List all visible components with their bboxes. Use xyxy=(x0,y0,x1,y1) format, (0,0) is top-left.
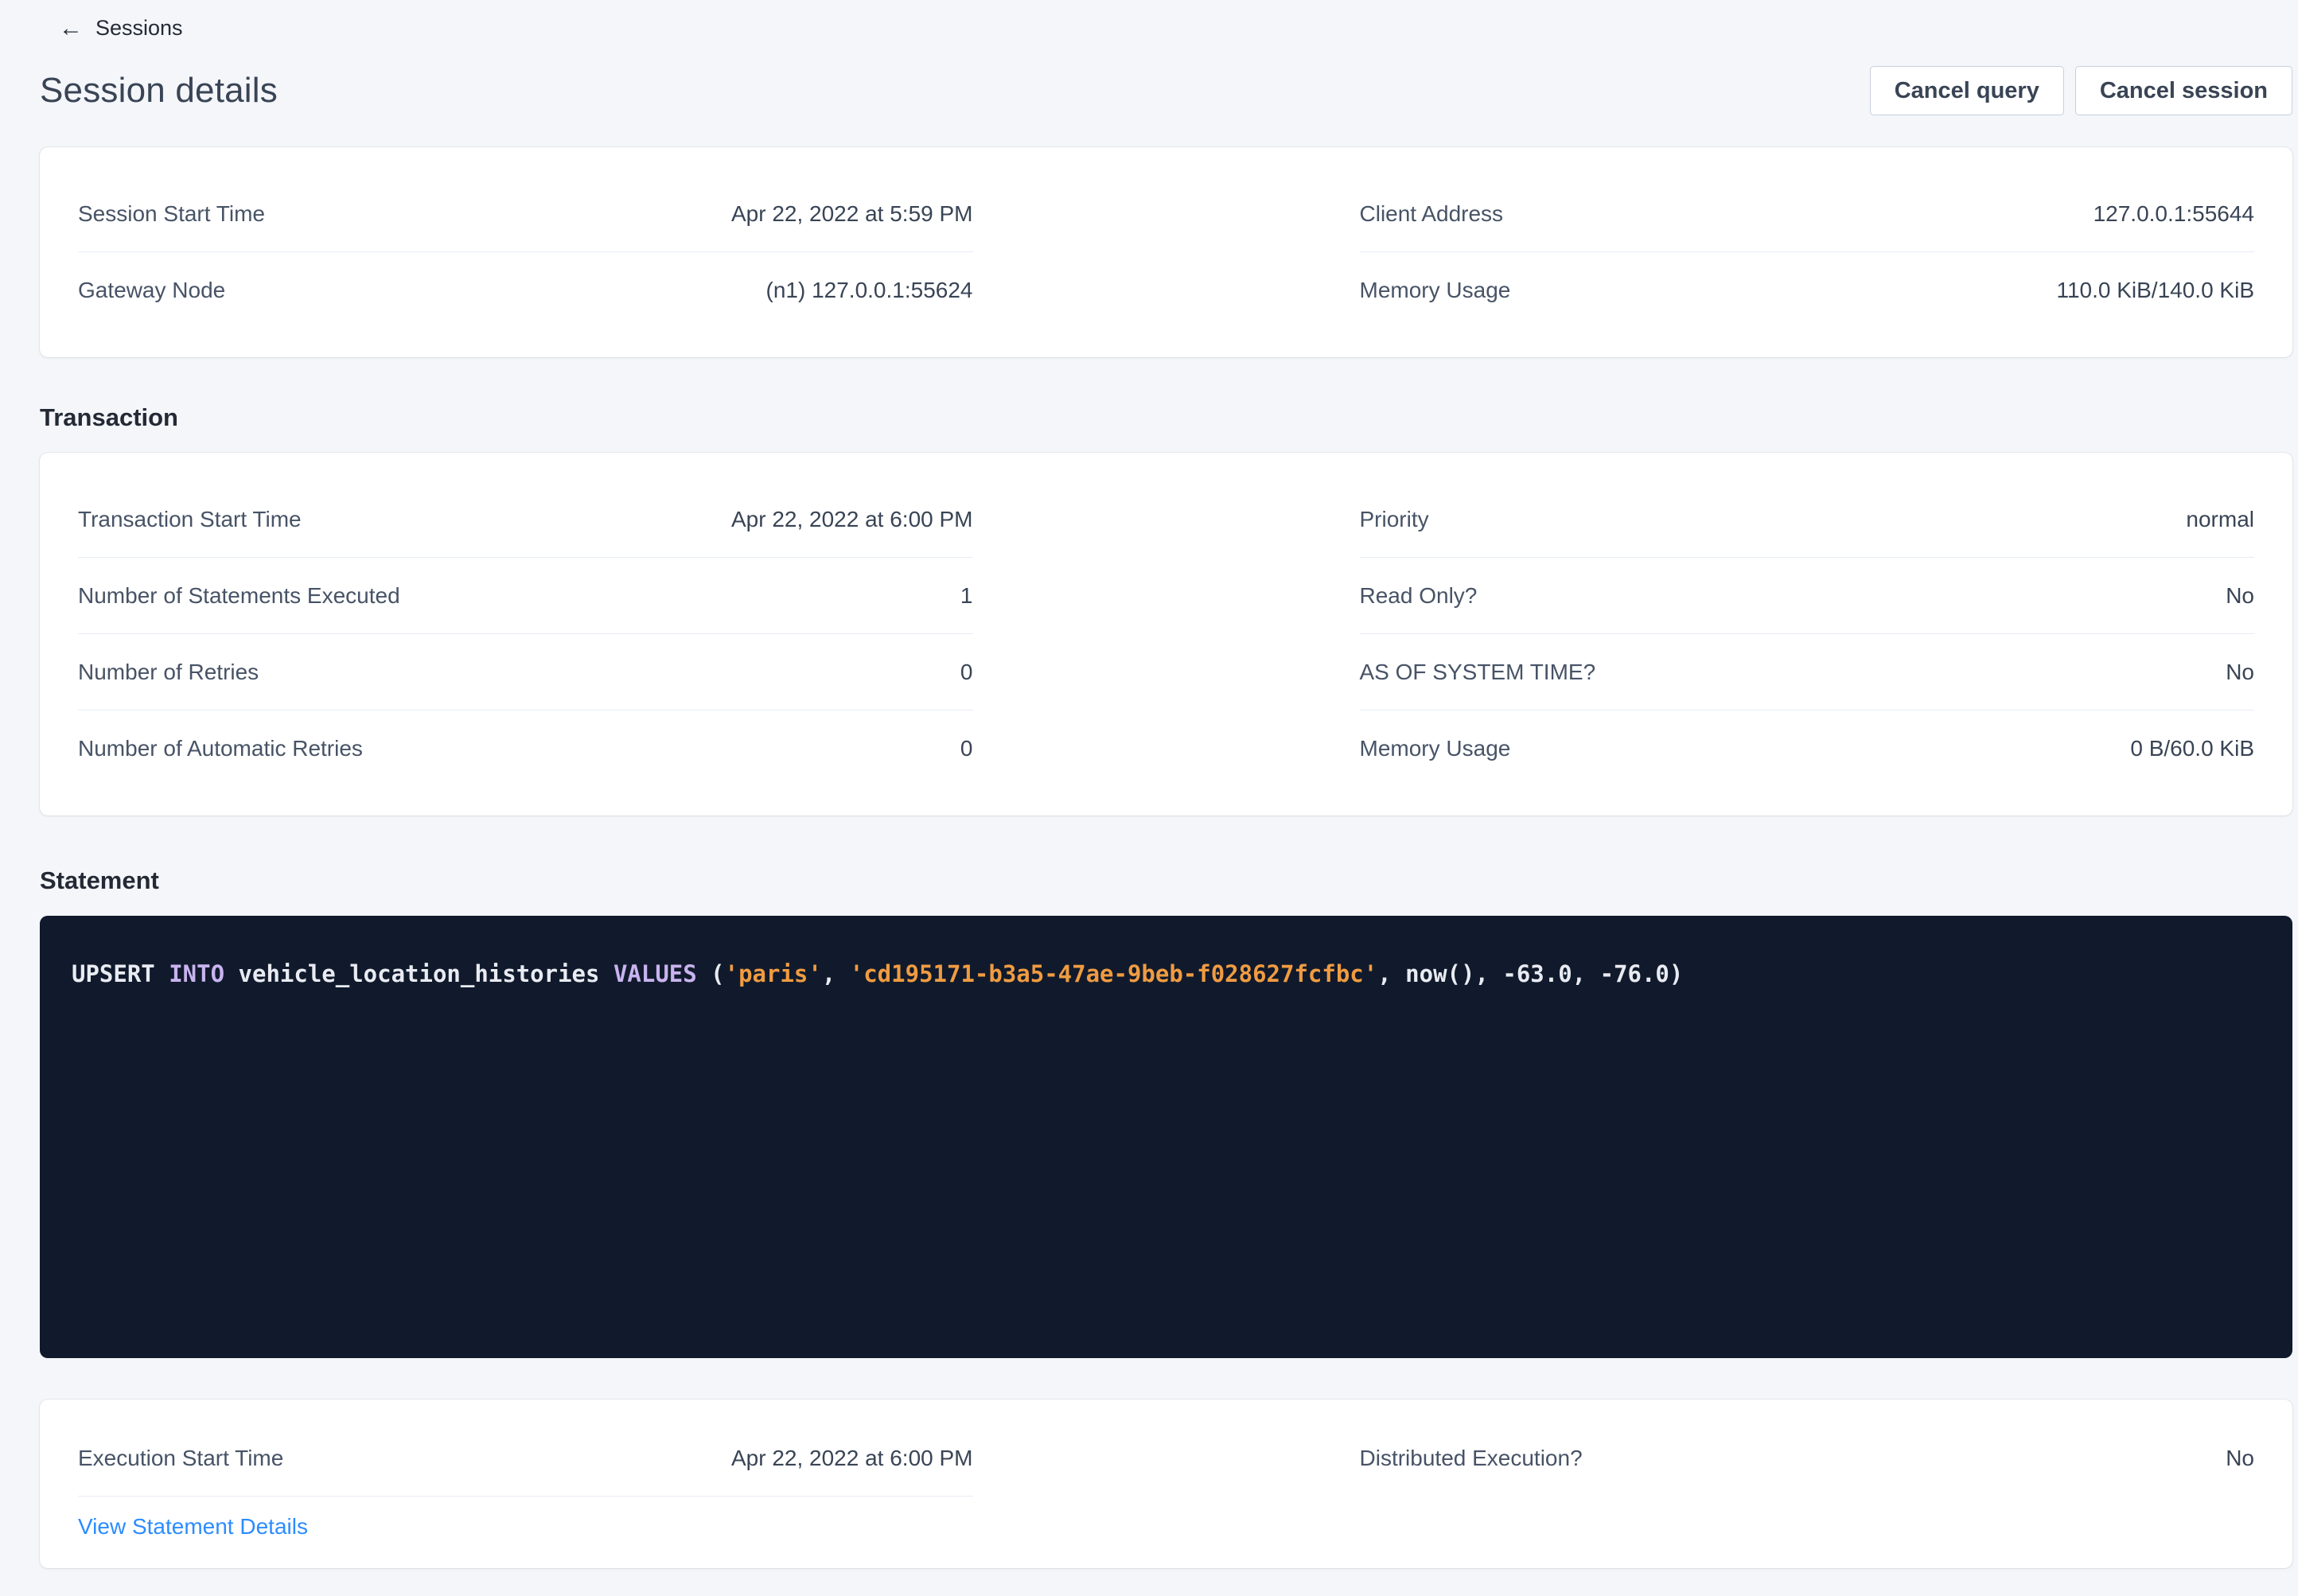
row-value: 110.0 KiB/140.0 KiB xyxy=(2056,278,2254,303)
page-title: Session details xyxy=(40,71,278,111)
row-value: No xyxy=(2226,1446,2254,1471)
sql-keyword: VALUES xyxy=(613,960,697,987)
as-of-system-time-row: AS OF SYSTEM TIME? No xyxy=(1360,634,2255,710)
row-label: Read Only? xyxy=(1360,583,1478,609)
row-label: Session Start Time xyxy=(78,201,265,227)
row-label: Transaction Start Time xyxy=(78,507,302,532)
gateway-node-link[interactable]: (n1) 127.0.0.1:55624 xyxy=(766,278,973,303)
arrow-left-icon: ← xyxy=(59,17,83,41)
execution-card: Execution Start Time Apr 22, 2022 at 6:0… xyxy=(40,1399,2292,1568)
row-label: Memory Usage xyxy=(1360,736,1511,761)
row-label: Execution Start Time xyxy=(78,1446,283,1471)
read-only-row: Read Only? No xyxy=(1360,558,2255,634)
statements-executed-row: Number of Statements Executed 1 xyxy=(78,558,973,634)
cancel-session-button[interactable]: Cancel session xyxy=(2075,66,2292,115)
automatic-retries-row: Number of Automatic Retries 0 xyxy=(78,710,973,787)
row-label: Number of Retries xyxy=(78,660,259,685)
sql-token: vehicle_location_histories xyxy=(224,960,613,987)
row-label: Memory Usage xyxy=(1360,278,1511,303)
row-value: No xyxy=(2226,660,2254,685)
sql-token: , xyxy=(822,960,850,987)
row-label: Priority xyxy=(1360,507,1429,532)
statement-sql-box: UPSERT INTO vehicle_location_histories V… xyxy=(40,916,2292,1358)
row-value: Apr 22, 2022 at 6:00 PM xyxy=(731,1446,973,1471)
row-value: Apr 22, 2022 at 5:59 PM xyxy=(731,201,973,227)
row-value: No xyxy=(2226,583,2254,609)
transaction-section-heading: Transaction xyxy=(40,403,2298,432)
txn-memory-usage-row: Memory Usage 0 B/60.0 KiB xyxy=(1360,710,2255,787)
memory-usage-row: Memory Usage 110.0 KiB/140.0 KiB xyxy=(1360,252,2255,329)
row-label: AS OF SYSTEM TIME? xyxy=(1360,660,1596,685)
sql-string: 'cd195171-b3a5-47ae-9beb-f028627fcfbc' xyxy=(850,960,1377,987)
row-label: Number of Statements Executed xyxy=(78,583,400,609)
transaction-card: Transaction Start Time Apr 22, 2022 at 6… xyxy=(40,453,2292,816)
sql-statement: UPSERT INTO vehicle_location_histories V… xyxy=(72,957,2261,991)
row-label: Number of Automatic Retries xyxy=(78,736,363,761)
distributed-execution-row: Distributed Execution? No xyxy=(1360,1420,2255,1497)
row-value: 0 xyxy=(960,736,973,761)
row-value: 0 xyxy=(960,660,973,685)
row-label: Client Address xyxy=(1360,201,1504,227)
sql-string: 'paris' xyxy=(725,960,822,987)
priority-row: Priority normal xyxy=(1360,481,2255,558)
view-statement-details-link[interactable]: View Statement Details xyxy=(78,1514,308,1539)
sql-keyword: INTO xyxy=(169,960,224,987)
sql-token: ( xyxy=(697,960,725,987)
cancel-query-button[interactable]: Cancel query xyxy=(1870,66,2064,115)
row-value: 1 xyxy=(960,583,973,609)
row-value: 127.0.0.1:55644 xyxy=(2094,201,2254,227)
row-value: normal xyxy=(2186,507,2254,532)
header-actions: Cancel query Cancel session xyxy=(1870,66,2292,115)
row-label: Distributed Execution? xyxy=(1360,1446,1583,1471)
breadcrumb-back-sessions[interactable]: ← Sessions xyxy=(0,0,183,41)
transaction-start-time-row: Transaction Start Time Apr 22, 2022 at 6… xyxy=(78,481,973,558)
client-address-row: Client Address 127.0.0.1:55644 xyxy=(1360,176,2255,252)
gateway-node-row: Gateway Node (n1) 127.0.0.1:55624 xyxy=(78,252,973,329)
row-value: Apr 22, 2022 at 6:00 PM xyxy=(731,507,973,532)
sql-token: , now(), -63.0, -76.0) xyxy=(1377,960,1683,987)
session-start-time-row: Session Start Time Apr 22, 2022 at 5:59 … xyxy=(78,176,973,252)
session-summary-card: Session Start Time Apr 22, 2022 at 5:59 … xyxy=(40,147,2292,357)
execution-start-time-row: Execution Start Time Apr 22, 2022 at 6:0… xyxy=(78,1420,973,1497)
statement-section-heading: Statement xyxy=(40,866,2298,895)
breadcrumb-label: Sessions xyxy=(95,16,183,41)
row-value: 0 B/60.0 KiB xyxy=(2130,736,2254,761)
sql-token: UPSERT xyxy=(72,960,169,987)
row-label: Gateway Node xyxy=(78,278,225,303)
retries-row: Number of Retries 0 xyxy=(78,634,973,710)
